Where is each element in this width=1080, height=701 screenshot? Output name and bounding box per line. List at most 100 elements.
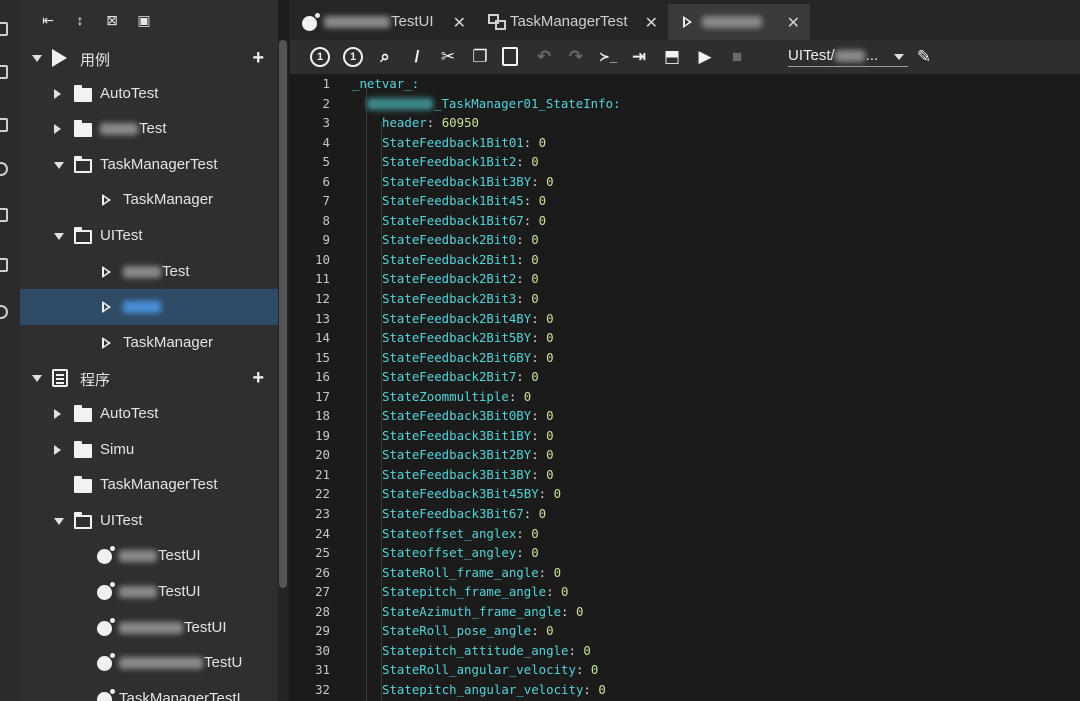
chevron-down-icon[interactable] bbox=[54, 232, 64, 240]
chevron-right-icon[interactable] bbox=[54, 124, 61, 135]
tree-item[interactable]: TestUI bbox=[20, 610, 278, 646]
step-all-button[interactable]: 1 bbox=[343, 47, 363, 67]
code-text: StateRoll_pose_angle: 0 bbox=[382, 621, 554, 641]
tree-item[interactable]: TaskManager bbox=[20, 325, 278, 361]
add-icon[interactable]: + bbox=[252, 368, 264, 388]
yaml-separator: : bbox=[516, 525, 532, 541]
explorer-icon[interactable] bbox=[0, 22, 8, 36]
tree-item-text: TestUI bbox=[184, 618, 227, 636]
settings-icon[interactable] bbox=[0, 305, 8, 319]
code-line: 3 header: 60950 bbox=[290, 113, 1080, 133]
tree-item[interactable]: UITest bbox=[20, 503, 278, 539]
code-line: 19 StateFeedback3Bit1BY: 0 bbox=[290, 426, 1080, 446]
tree-item[interactable]: TaskManagerTestI bbox=[20, 681, 278, 701]
tree-item-text: UITest bbox=[100, 511, 143, 529]
tree-item[interactable]: Test bbox=[20, 111, 278, 147]
code-line: 27 Statepitch_frame_angle: 0 bbox=[290, 582, 1080, 602]
tree-item[interactable]: TestU bbox=[20, 645, 278, 681]
stop-button[interactable]: ■ bbox=[727, 47, 747, 67]
chevron-down-icon[interactable] bbox=[54, 161, 64, 169]
code-line: 2 _TaskManager01_StateInfo: bbox=[290, 94, 1080, 114]
line-number: 28 bbox=[315, 603, 330, 619]
editor-tab-label: TestUI bbox=[324, 13, 434, 30]
editor-tab[interactable]: TestUI ✕ bbox=[290, 4, 476, 40]
paste-button[interactable] bbox=[502, 47, 518, 66]
tree-item[interactable]: TaskManagerTest bbox=[20, 467, 278, 503]
wrench-icon[interactable] bbox=[0, 258, 8, 272]
terminal-icon[interactable]: ▣ bbox=[136, 12, 152, 28]
yaml-value: 0 bbox=[546, 447, 554, 463]
tree-item[interactable]: AutoTest bbox=[20, 396, 278, 432]
deploy-button[interactable]: ⬒ bbox=[662, 47, 682, 67]
tools-icon[interactable] bbox=[0, 65, 8, 79]
cut-button[interactable]: ✂ bbox=[438, 47, 458, 67]
yaml-separator: : bbox=[575, 662, 591, 678]
code-line: 31 StateRoll_angular_velocity: 0 bbox=[290, 660, 1080, 680]
yaml-key: StateZoommultiple bbox=[382, 388, 509, 404]
code-line: 29 StateRoll_pose_angle: 0 bbox=[290, 621, 1080, 641]
code-text: Statepitch_angular_velocity: 0 bbox=[382, 680, 606, 700]
collapse-left-icon[interactable]: ⇤ bbox=[40, 12, 56, 28]
sidebar-scrollbar-thumb[interactable] bbox=[279, 40, 287, 588]
tree-item[interactable]: Simu bbox=[20, 432, 278, 468]
expand-vertical-icon[interactable]: ↕ bbox=[72, 12, 88, 28]
line-number: 8 bbox=[322, 212, 330, 228]
sidebar-scrollbar[interactable] bbox=[278, 40, 288, 701]
tree-item[interactable] bbox=[20, 289, 278, 325]
editor-tab[interactable]: TaskManagerTest ✕ bbox=[476, 4, 668, 40]
close-icon[interactable]: ✕ bbox=[645, 13, 658, 33]
tree-item[interactable]: AutoTest bbox=[20, 76, 278, 112]
copy-button[interactable]: ❐ bbox=[470, 47, 490, 67]
code-line: 20 StateFeedback3Bit2BY: 0 bbox=[290, 445, 1080, 465]
code-text: _TaskManager01_StateInfo: bbox=[367, 94, 621, 114]
tree-item[interactable]: UITest bbox=[20, 218, 278, 254]
chevron-down-icon[interactable] bbox=[32, 55, 42, 62]
console-button[interactable]: ≻_ bbox=[598, 47, 618, 67]
run-button[interactable]: ▶ bbox=[695, 47, 715, 67]
editor-tabs: TestUI ✕ TaskManagerTest ✕ ✕ bbox=[290, 0, 1080, 40]
yaml-value: 60950 bbox=[441, 115, 479, 131]
tree-item-label: AutoTest bbox=[100, 405, 158, 422]
add-icon[interactable]: + bbox=[252, 48, 264, 68]
chevron-right-icon[interactable] bbox=[54, 444, 61, 455]
tree-item[interactable]: TestUI bbox=[20, 538, 278, 574]
yaml-key: StateFeedback3Bit45BY bbox=[382, 486, 539, 502]
line-number: 16 bbox=[315, 369, 330, 385]
target-select[interactable]: UITest/... bbox=[788, 45, 908, 67]
pencil-icon[interactable]: ✎ bbox=[914, 47, 934, 67]
history-icon[interactable] bbox=[0, 162, 8, 176]
export-button[interactable]: ⇥ bbox=[629, 47, 649, 67]
search-doc-button[interactable]: ⌕ bbox=[375, 47, 395, 67]
redo-button[interactable]: ↷ bbox=[566, 47, 586, 67]
tree-item[interactable]: TaskManagerTest bbox=[20, 147, 278, 183]
yaml-separator: : bbox=[583, 681, 599, 697]
plugin-icon[interactable] bbox=[0, 118, 8, 132]
tree-item[interactable]: Test bbox=[20, 254, 278, 290]
close-icon[interactable]: ✕ bbox=[787, 13, 800, 33]
device-icon[interactable] bbox=[0, 208, 8, 222]
code-text: StateFeedback3Bit67: 0 bbox=[382, 504, 546, 524]
line-number: 11 bbox=[315, 271, 330, 287]
chevron-right-icon[interactable] bbox=[54, 88, 61, 99]
chevron-down-icon[interactable] bbox=[54, 517, 64, 525]
activity-bar bbox=[0, 0, 20, 701]
comment-button[interactable]: / bbox=[407, 47, 427, 67]
tree-item[interactable]: TestUI bbox=[20, 574, 278, 610]
line-number: 29 bbox=[315, 623, 330, 639]
collapse-all-icon[interactable]: ⊠ bbox=[104, 12, 120, 28]
chevron-right-icon[interactable] bbox=[54, 408, 61, 419]
tree-item-label: UITest bbox=[100, 512, 143, 529]
step-one-button[interactable]: 1 bbox=[310, 47, 330, 67]
undo-button[interactable]: ↶ bbox=[534, 47, 554, 67]
tree-item[interactable]: 程序 + bbox=[20, 360, 278, 396]
chevron-down-icon[interactable] bbox=[32, 375, 42, 383]
editor-tab[interactable]: ✕ bbox=[668, 4, 810, 40]
code-editor[interactable]: 1 _netvar_: 2 _TaskManager01_StateInfo: 3 hea… bbox=[290, 74, 1080, 701]
tree-item[interactable]: 用例 + bbox=[20, 40, 278, 76]
line-number: 20 bbox=[315, 447, 330, 463]
line-number: 12 bbox=[315, 291, 330, 307]
tree-item[interactable]: TaskManager bbox=[20, 182, 278, 218]
bulb-icon bbox=[97, 653, 115, 672]
close-icon[interactable]: ✕ bbox=[453, 13, 466, 33]
code-line: 25 Stateoffset_angley: 0 bbox=[290, 543, 1080, 563]
